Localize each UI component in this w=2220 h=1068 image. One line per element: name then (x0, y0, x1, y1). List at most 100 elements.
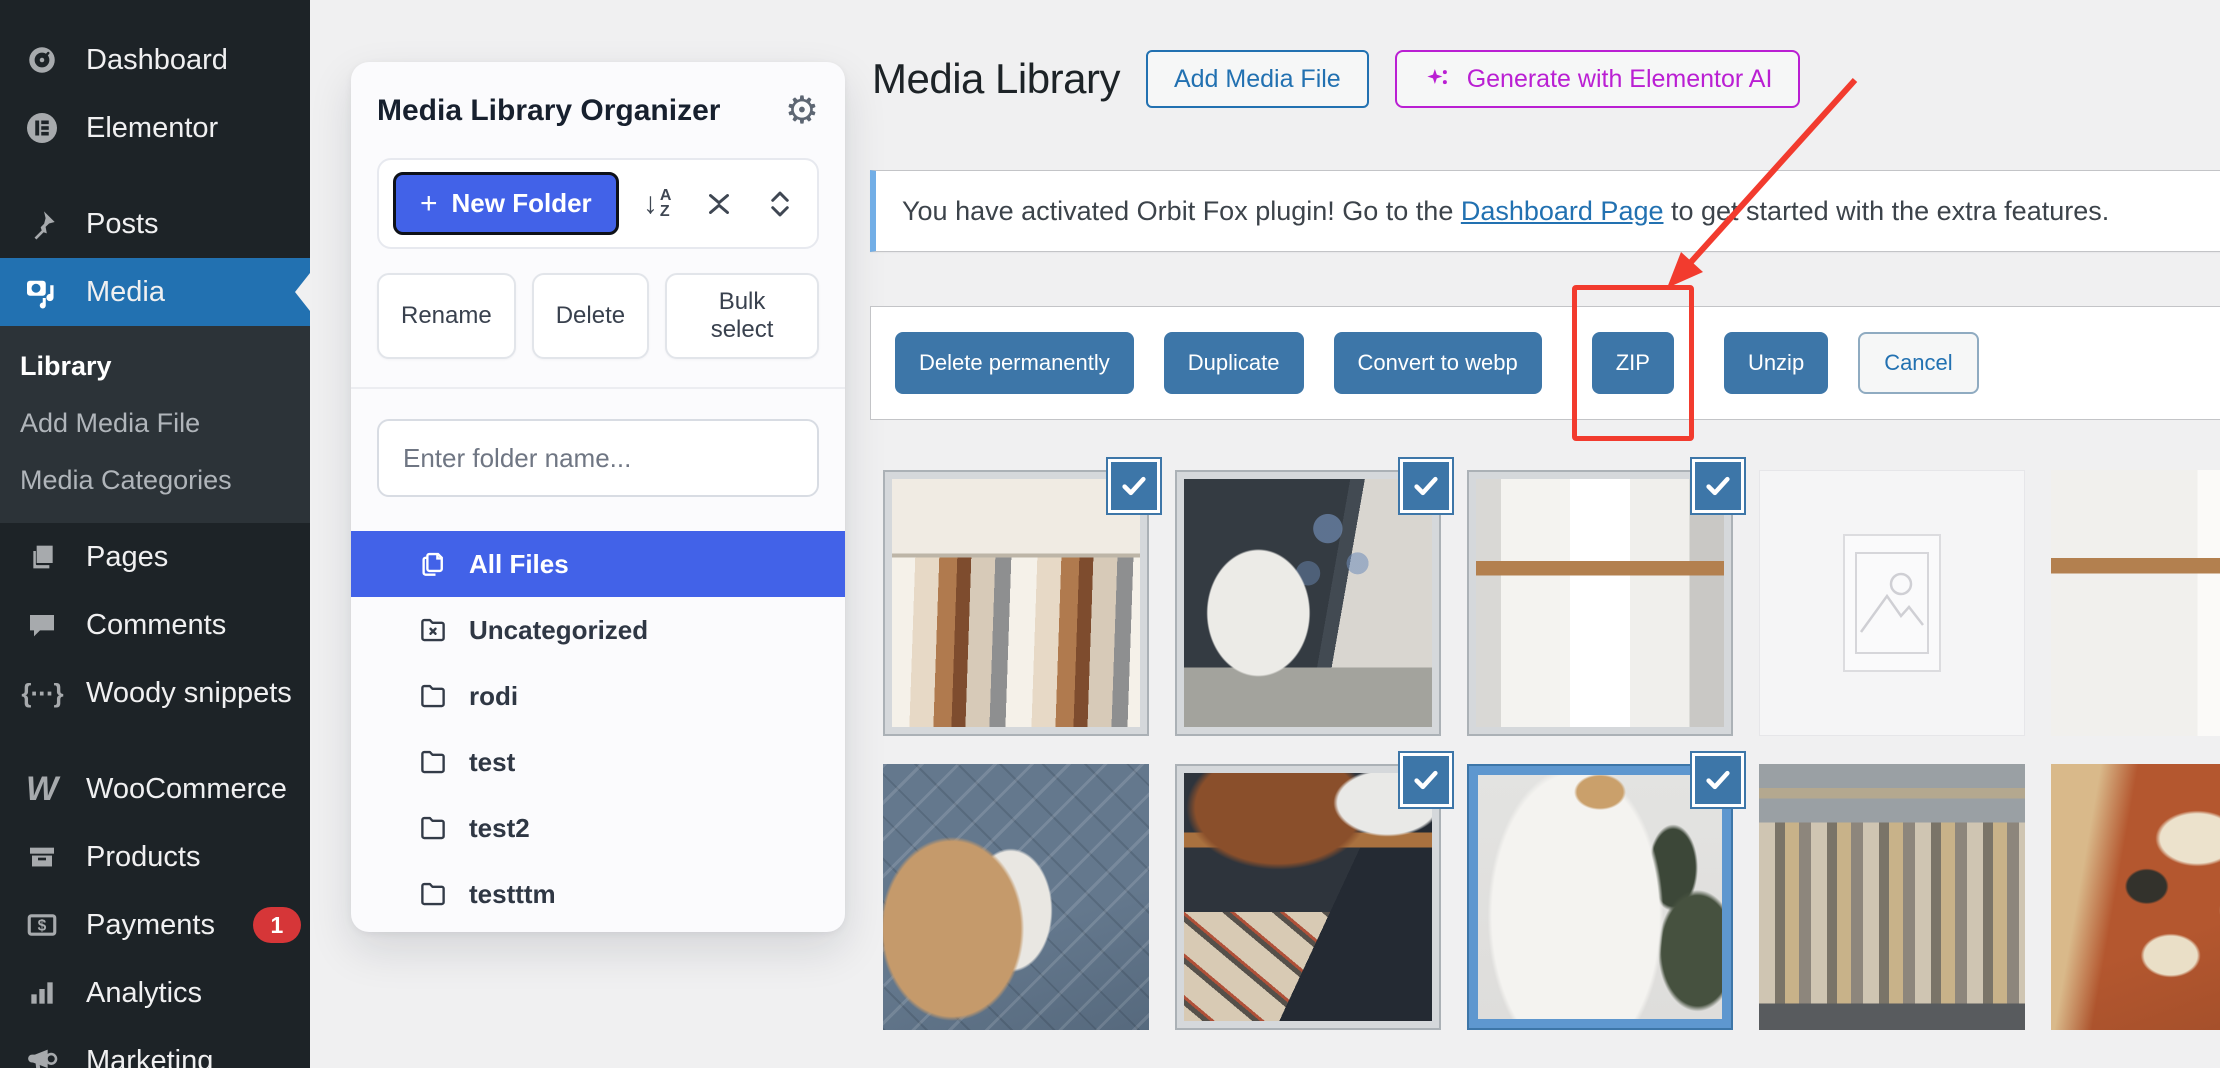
expand-collapse-icon[interactable] (757, 181, 803, 227)
sidebar-item-posts[interactable]: Posts (0, 190, 310, 258)
folder-item-test2[interactable]: test2 (351, 795, 845, 861)
sidebar-item-label: Dashboard (86, 43, 228, 76)
folder-icon (417, 812, 449, 844)
add-media-file-button[interactable]: Add Media File (1145, 50, 1369, 108)
sidebar-item-pages[interactable]: Pages (0, 523, 310, 591)
new-folder-button[interactable]: + New Folder (393, 172, 619, 235)
duplicate-button[interactable]: Duplicate (1163, 332, 1304, 394)
folder-label: test (469, 746, 516, 777)
folder-item-all-files[interactable]: All Files (351, 531, 845, 597)
media-item-floral-fabric[interactable] (2051, 764, 2220, 1030)
thumbnail (1759, 764, 2025, 1030)
sidebar-item-elementor[interactable]: Elementor (0, 94, 310, 162)
sidebar-item-media[interactable]: Media (0, 258, 310, 326)
bulk-select-button[interactable]: Bulk select (665, 273, 819, 359)
selected-checkbox[interactable] (1692, 753, 1744, 807)
media-item-wardrobe[interactable] (1759, 764, 2025, 1030)
megaphone-icon (22, 1041, 62, 1068)
thumbnail (883, 764, 1149, 1030)
sidebar-item-label: Media (86, 275, 165, 308)
unzip-button[interactable]: Unzip (1723, 332, 1829, 394)
folder-x-icon (417, 614, 449, 646)
thumbnail (2051, 764, 2220, 1030)
new-folder-label: New Folder (451, 188, 592, 218)
sidebar-subitem-media-categories[interactable]: Media Categories (0, 452, 310, 509)
generate-with-elementor-ai-button[interactable]: Generate with Elementor AI (1394, 50, 1801, 108)
sort-az-icon[interactable]: ↓ A Z (634, 181, 680, 227)
sidebar-item-dashboard[interactable]: Dashboard (0, 26, 310, 94)
media-item-clothes-rack[interactable] (883, 459, 1160, 736)
submenu-label: Add Media File (20, 408, 201, 438)
media-submenu: Library Add Media File Media Categories (0, 326, 310, 523)
organizer-title: Media Library Organizer (377, 94, 721, 127)
folder-icon (417, 680, 449, 712)
folder-icon (417, 878, 449, 910)
sidebar-subitem-add-media-file[interactable]: Add Media File (0, 395, 310, 452)
all-files-icon (417, 548, 449, 580)
ai-sparkle-icon (1423, 64, 1453, 94)
media-item-white-coat[interactable] (1467, 459, 1744, 736)
folder-item-uncategorized[interactable]: Uncategorized (351, 597, 845, 663)
media-item-white-tank-top[interactable] (1467, 753, 1744, 1030)
sidebar-item-products[interactable]: Products (0, 823, 310, 891)
zip-button[interactable]: ZIP (1591, 332, 1674, 394)
folder-label: rodi (469, 680, 519, 711)
selected-checkbox[interactable] (1400, 459, 1452, 513)
folder-item-rodi[interactable]: rodi (351, 663, 845, 729)
folder-label: test2 (469, 812, 530, 843)
cancel-button[interactable]: Cancel (1858, 332, 1979, 394)
sidebar-item-marketing[interactable]: Marketing (0, 1027, 310, 1068)
media-item-white-coat-2[interactable] (2051, 470, 2220, 736)
collapse-all-icon[interactable] (696, 181, 742, 227)
svg-text:$: $ (38, 918, 47, 935)
media-grid (883, 459, 2220, 1030)
folder-name-input[interactable] (377, 419, 819, 497)
comment-bubble-icon (22, 605, 62, 645)
sidebar-subitem-library[interactable]: Library (0, 338, 310, 395)
sidebar-item-comments[interactable]: Comments (0, 591, 310, 659)
sidebar-item-label: Payments (86, 908, 215, 941)
sidebar-item-woocommerce[interactable]: W WooCommerce (0, 755, 310, 823)
folder-list: All Files Uncategorized rodi test test2 … (351, 531, 845, 927)
sidebar-item-label: Pages (86, 540, 169, 573)
thumbnail (1184, 773, 1432, 1021)
folder-icon (417, 746, 449, 778)
selected-checkbox[interactable] (1108, 459, 1160, 513)
selected-checkbox[interactable] (1692, 459, 1744, 513)
bar-chart-icon (22, 973, 62, 1013)
product-box-icon (22, 837, 62, 877)
notice-text: You have activated Orbit Fox plugin! Go … (902, 195, 1461, 226)
sidebar-item-woody-snippets[interactable]: {···} Woody snippets (0, 659, 310, 727)
gear-icon[interactable]: ⚙ (785, 92, 819, 130)
convert-to-webp-button[interactable]: Convert to webp (1333, 332, 1542, 394)
panel-divider (351, 387, 845, 389)
image-glyph-icon (1855, 552, 1929, 654)
payments-count-badge: 1 (252, 907, 301, 943)
admin-sidebar: Dashboard Elementor Posts Media Library (0, 0, 310, 1068)
media-item-white-backpack[interactable] (1175, 459, 1452, 736)
organizer-toolbar: + New Folder ↓ A Z (377, 158, 819, 249)
main-content: Media Library Add Media File Generate wi… (870, 0, 2220, 1068)
media-item-missing-placeholder[interactable] (1759, 470, 2025, 736)
sidebar-item-label: Comments (86, 608, 227, 641)
delete-permanently-button[interactable]: Delete permanently (895, 332, 1134, 394)
media-icon (22, 272, 62, 312)
media-item-outfit-flatlay[interactable] (1175, 753, 1452, 1030)
folder-label: testttm (469, 878, 556, 909)
selected-checkbox[interactable] (1400, 753, 1452, 807)
pages-icon (22, 537, 62, 577)
folder-item-testttm[interactable]: testttm (351, 861, 845, 927)
sidebar-item-label: Elementor (86, 111, 219, 144)
sidebar-item-payments[interactable]: $ Payments 1 (0, 891, 310, 959)
folder-item-test[interactable]: test (351, 729, 845, 795)
payments-card-icon: $ (22, 905, 62, 945)
media-item-watch-and-glove[interactable] (883, 764, 1149, 1030)
woocommerce-icon: W (25, 770, 59, 808)
page-title: Media Library (872, 55, 1120, 102)
sidebar-item-label: Marketing (86, 1044, 214, 1068)
rename-button[interactable]: Rename (377, 273, 516, 359)
pushpin-icon (22, 204, 62, 244)
delete-button[interactable]: Delete (531, 273, 650, 359)
dashboard-page-link[interactable]: Dashboard Page (1461, 196, 1664, 226)
sidebar-item-analytics[interactable]: Analytics (0, 959, 310, 1027)
